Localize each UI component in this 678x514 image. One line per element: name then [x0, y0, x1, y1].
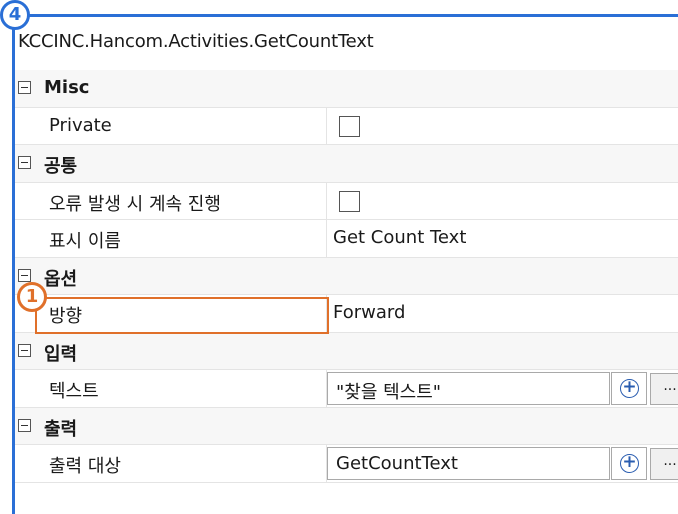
property-grid: Misc Private 공통 오류 발생 시 계속 진행 표시 이름 Get …: [15, 70, 678, 483]
property-value-cell[interactable]: "찾을 텍스트" + ...: [326, 370, 678, 407]
private-checkbox[interactable]: [339, 115, 360, 137]
continue-on-error-checkbox[interactable]: [339, 190, 360, 212]
property-name: 표시 이름: [49, 231, 121, 252]
property-value-cell[interactable]: Forward: [326, 295, 678, 332]
text-plus-button[interactable]: +: [611, 372, 647, 405]
category-label: 옵션: [44, 268, 78, 290]
property-row-private[interactable]: Private: [15, 107, 678, 145]
activity-type-title: KCCINC.Hancom.Activities.GetCountText: [18, 31, 374, 52]
property-name: 출력 대상: [49, 456, 121, 477]
property-row-continue-on-error[interactable]: 오류 발생 시 계속 진행: [15, 182, 678, 220]
collapse-toggle-icon[interactable]: [18, 81, 31, 94]
text-input[interactable]: "찾을 텍스트": [327, 372, 610, 405]
direction-highlight-box: [35, 297, 329, 334]
plus-circle-icon: +: [620, 454, 639, 473]
property-value-cell[interactable]: Get Count Text: [326, 220, 678, 257]
property-row-output-target[interactable]: 출력 대상 GetCountText + ...: [15, 445, 678, 483]
category-label: 출력: [44, 418, 78, 440]
property-name: 텍스트: [49, 381, 99, 402]
step-badge-4: 4: [0, 0, 30, 30]
category-label: Misc: [44, 77, 90, 98]
direction-value[interactable]: Forward: [333, 302, 405, 323]
display-name-value[interactable]: Get Count Text: [333, 227, 466, 248]
property-name: 오류 발생 시 계속 진행: [49, 193, 221, 215]
property-value-cell[interactable]: [326, 182, 678, 219]
property-value-cell[interactable]: [326, 107, 678, 144]
category-label: 입력: [44, 343, 78, 365]
property-value-cell[interactable]: GetCountText + ...: [326, 445, 678, 482]
category-misc[interactable]: Misc: [15, 70, 678, 108]
collapse-toggle-icon[interactable]: [18, 156, 31, 169]
category-common[interactable]: 공통: [15, 145, 678, 183]
category-output[interactable]: 출력: [15, 407, 678, 445]
output-ellipsis-button[interactable]: ...: [650, 448, 678, 480]
plus-circle-icon: +: [620, 379, 639, 398]
output-target-input[interactable]: GetCountText: [327, 447, 610, 480]
text-ellipsis-button[interactable]: ...: [650, 373, 678, 405]
category-label: 공통: [44, 156, 78, 177]
output-target-value: GetCountText: [336, 453, 458, 474]
text-input-value: "찾을 텍스트": [336, 382, 442, 403]
category-options[interactable]: 옵션: [15, 257, 678, 295]
category-input[interactable]: 입력: [15, 332, 678, 370]
property-row-text[interactable]: 텍스트 "찾을 텍스트" + ...: [15, 370, 678, 408]
output-plus-button[interactable]: +: [611, 447, 647, 480]
collapse-toggle-icon[interactable]: [18, 418, 31, 432]
collapse-toggle-icon[interactable]: [18, 343, 31, 357]
collapse-toggle-icon[interactable]: [18, 268, 31, 282]
property-name: Private: [49, 114, 112, 136]
property-row-display-name[interactable]: 표시 이름 Get Count Text: [15, 220, 678, 258]
step-badge-1: 1: [17, 282, 47, 312]
